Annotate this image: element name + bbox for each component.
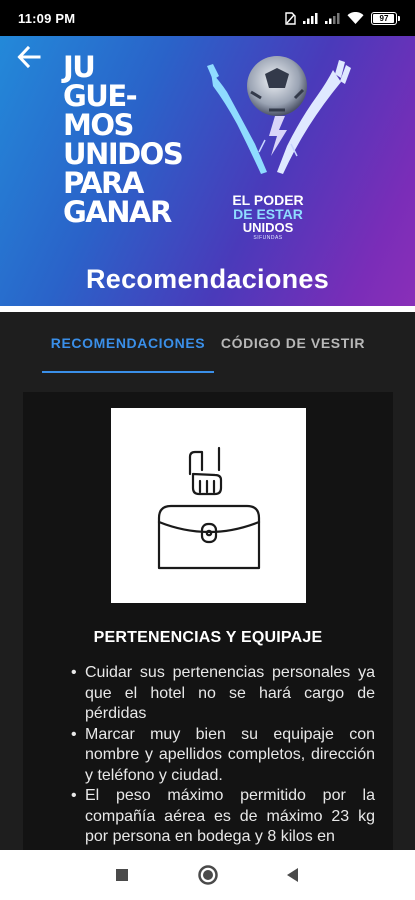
slogan-line: JU — [63, 50, 96, 84]
circle-icon — [198, 865, 218, 885]
page-title: Recomendaciones — [85, 264, 330, 294]
campaign-slogan: JU GUE- MOS UNIDOS PARA GANAR — [63, 53, 203, 227]
section-title: PERTENENCIAS Y EQUIPAJE — [93, 629, 323, 646]
slogan-line: PARA — [63, 166, 144, 200]
logo-text-line: DE ESTAR — [233, 206, 303, 222]
illustration-card — [111, 408, 306, 603]
recommendation-list: Cuidar sus pertenencias personales ya qu… — [71, 663, 375, 848]
battery-level: 97 — [379, 13, 389, 23]
logo-sponsor: SIFUNDAS — [253, 235, 283, 241]
list-item: El peso máximo permitido por la compañía… — [71, 786, 375, 848]
triangle-back-icon — [287, 868, 298, 882]
list-item: Cuidar sus pertenencias personales ya qu… — [71, 663, 375, 725]
slogan-line: GANAR — [63, 195, 172, 229]
square-icon — [116, 869, 128, 881]
slogan-line: GUE- — [63, 79, 138, 113]
signal-icon — [303, 12, 318, 24]
signal-icon-2 — [325, 12, 340, 24]
arrow-left-icon — [17, 45, 41, 69]
content-panel: PERTENENCIAS Y EQUIPAJE Cuidar sus perte… — [23, 392, 393, 850]
list-item: Marcar muy bien su equipaje con nombre y… — [71, 725, 375, 787]
back-button[interactable] — [12, 40, 46, 74]
logo-text-line: EL PODER — [232, 192, 304, 208]
active-tab-indicator — [42, 371, 214, 373]
campaign-logo: EL PODER DE ESTAR UNIDOS SIFUNDAS — [205, 52, 360, 241]
battery-icon: 97 — [371, 11, 400, 25]
slogan-line: MOS — [63, 108, 134, 142]
tab-codigo-de-vestir[interactable]: CÓDIGO DE VESTIR — [214, 312, 372, 374]
home-button[interactable] — [178, 850, 238, 900]
sim-icon — [284, 11, 296, 25]
suitcase-hand-icon — [157, 446, 261, 570]
wifi-icon — [347, 12, 364, 24]
status-icons: 97 — [284, 11, 400, 25]
status-time: 11:09 PM — [18, 10, 76, 26]
hands-ball-logo-icon — [207, 56, 351, 174]
status-bar: 11:09 PM 97 — [0, 0, 415, 36]
back-nav-button[interactable] — [263, 850, 323, 900]
recent-apps-button[interactable] — [92, 850, 152, 900]
slogan-line: UNIDOS — [63, 137, 184, 171]
system-nav-bar — [0, 850, 415, 900]
logo-text-line: UNIDOS — [242, 220, 294, 235]
tab-bar: RECOMENDACIONES CÓDIGO DE VESTIR — [0, 312, 415, 374]
tab-recomendaciones[interactable]: RECOMENDACIONES — [42, 312, 214, 374]
header-banner: JU GUE- MOS UNIDOS PARA GANAR EL PODER D… — [0, 36, 415, 306]
